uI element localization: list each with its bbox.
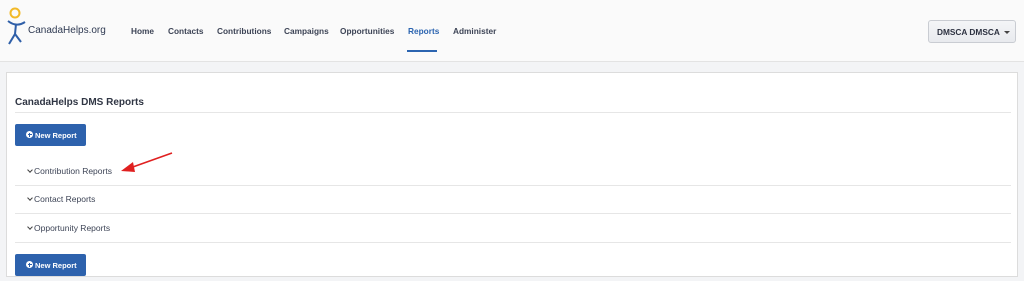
user-menu-button[interactable]: DMSCA DMSCA (928, 20, 1016, 43)
red-annotation-arrow-icon (121, 152, 173, 172)
top-navigation-bar: CanadaHelps.org Home Contacts Contributi… (0, 0, 1024, 62)
caret-down-icon (1004, 31, 1010, 34)
new-report-button-bottom[interactable]: New Report (15, 254, 86, 276)
stick-figure-logo-icon (7, 7, 26, 45)
divider (15, 242, 1011, 243)
divider (15, 112, 1011, 113)
chevron-down-icon (27, 167, 33, 173)
plus-circle-icon (26, 131, 33, 138)
logo-text: CanadaHelps.org (28, 25, 106, 36)
new-report-button-top[interactable]: New Report (15, 124, 86, 146)
new-report-label: New Report (35, 261, 77, 270)
section-label: Contribution Reports (34, 166, 112, 176)
panel-title: CanadaHelps DMS Reports (15, 97, 144, 108)
nav-administer[interactable]: Administer (453, 26, 496, 36)
nav-home[interactable]: Home (131, 26, 154, 36)
new-report-label: New Report (35, 131, 77, 140)
chevron-down-icon (27, 195, 33, 201)
section-label: Opportunity Reports (34, 223, 111, 233)
chevron-down-icon (27, 224, 33, 230)
plus-circle-icon (26, 261, 33, 268)
section-contact-reports[interactable]: Contact Reports (15, 185, 1011, 213)
nav-opportunities[interactable]: Opportunities (340, 26, 394, 36)
section-label: Contact Reports (34, 194, 96, 204)
section-opportunity-reports[interactable]: Opportunity Reports (15, 214, 1011, 242)
user-menu-label: DMSCA DMSCA (937, 27, 1000, 37)
active-tab-indicator (407, 50, 437, 52)
nav-contacts[interactable]: Contacts (168, 26, 204, 36)
canadahelps-logo[interactable]: CanadaHelps.org (6, 7, 116, 55)
nav-reports[interactable]: Reports (408, 26, 439, 36)
nav-contributions[interactable]: Contributions (217, 26, 271, 36)
nav-campaigns[interactable]: Campaigns (284, 26, 329, 36)
